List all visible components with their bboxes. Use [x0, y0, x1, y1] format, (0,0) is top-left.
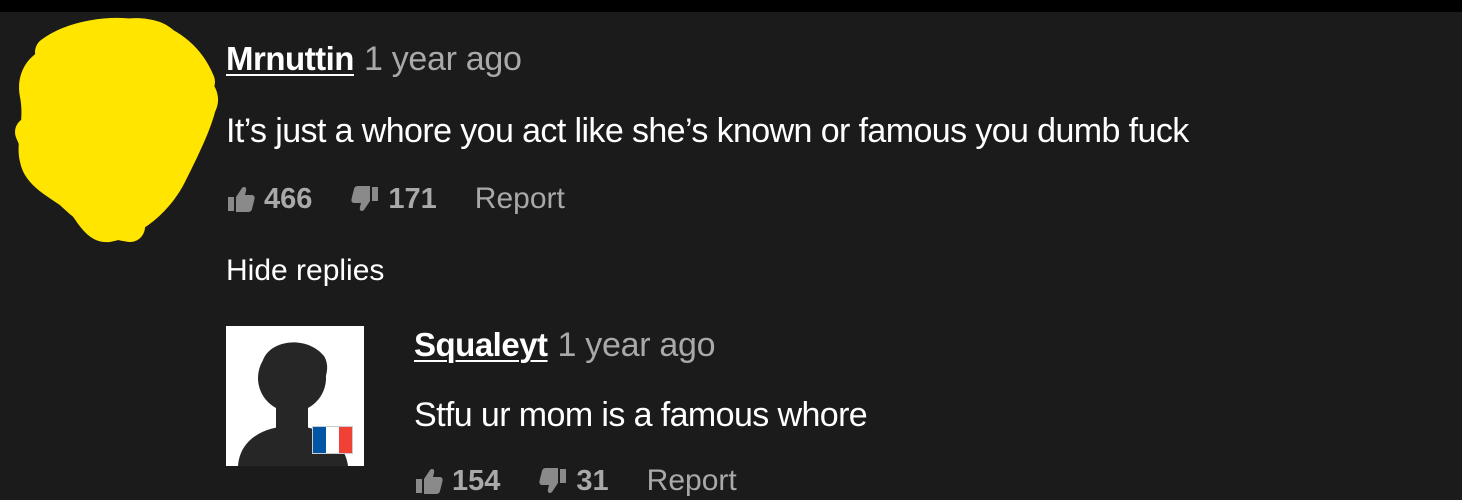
thumbs-down-icon: [539, 468, 567, 493]
reply-like-button[interactable]: 154: [414, 465, 500, 498]
comment: Mrnuttin 1 year ago It’s just a whore yo…: [226, 40, 1442, 219]
comment-actions: 466 171 Report: [226, 179, 1442, 219]
thumbs-up-icon: [228, 187, 255, 212]
redaction-scribble: [15, 17, 219, 243]
thumbs-up-icon: [416, 469, 443, 494]
reply-report-link[interactable]: Report: [647, 464, 737, 498]
reply-timestamp: 1 year ago: [557, 326, 716, 364]
reply-content: Squaleyt 1 year ago Stfu ur mom is a fam…: [414, 326, 868, 500]
hide-replies-link[interactable]: Hide replies: [226, 254, 384, 288]
like-button[interactable]: 466: [226, 183, 312, 216]
france-flag-icon: [312, 426, 353, 454]
thumbs-down-icon: [351, 186, 379, 211]
comment-header: Mrnuttin 1 year ago: [226, 40, 1442, 84]
reply-header: Squaleyt 1 year ago: [414, 326, 867, 370]
comments-section: Mrnuttin 1 year ago It’s just a whore yo…: [0, 0, 1462, 500]
avatar[interactable]: [226, 326, 364, 466]
dislike-button[interactable]: 171: [350, 182, 437, 216]
comment-text: It’s just a whore you act like she’s kno…: [226, 112, 1189, 150]
reply-like-count: 154: [452, 464, 501, 497]
reply-text: Stfu ur mom is a famous whore: [414, 396, 868, 434]
reply-username-link[interactable]: Squaleyt: [414, 326, 548, 364]
report-link[interactable]: Report: [475, 182, 565, 216]
like-count: 466: [264, 182, 313, 215]
comment-timestamp: 1 year ago: [363, 40, 522, 78]
comment-username-link[interactable]: Mrnuttin: [226, 40, 354, 78]
reply-dislike-button[interactable]: 31: [538, 464, 609, 498]
reply-dislike-count: 31: [576, 464, 609, 497]
reply-actions: 154 31 Report: [414, 461, 867, 500]
dislike-count: 171: [388, 182, 437, 215]
